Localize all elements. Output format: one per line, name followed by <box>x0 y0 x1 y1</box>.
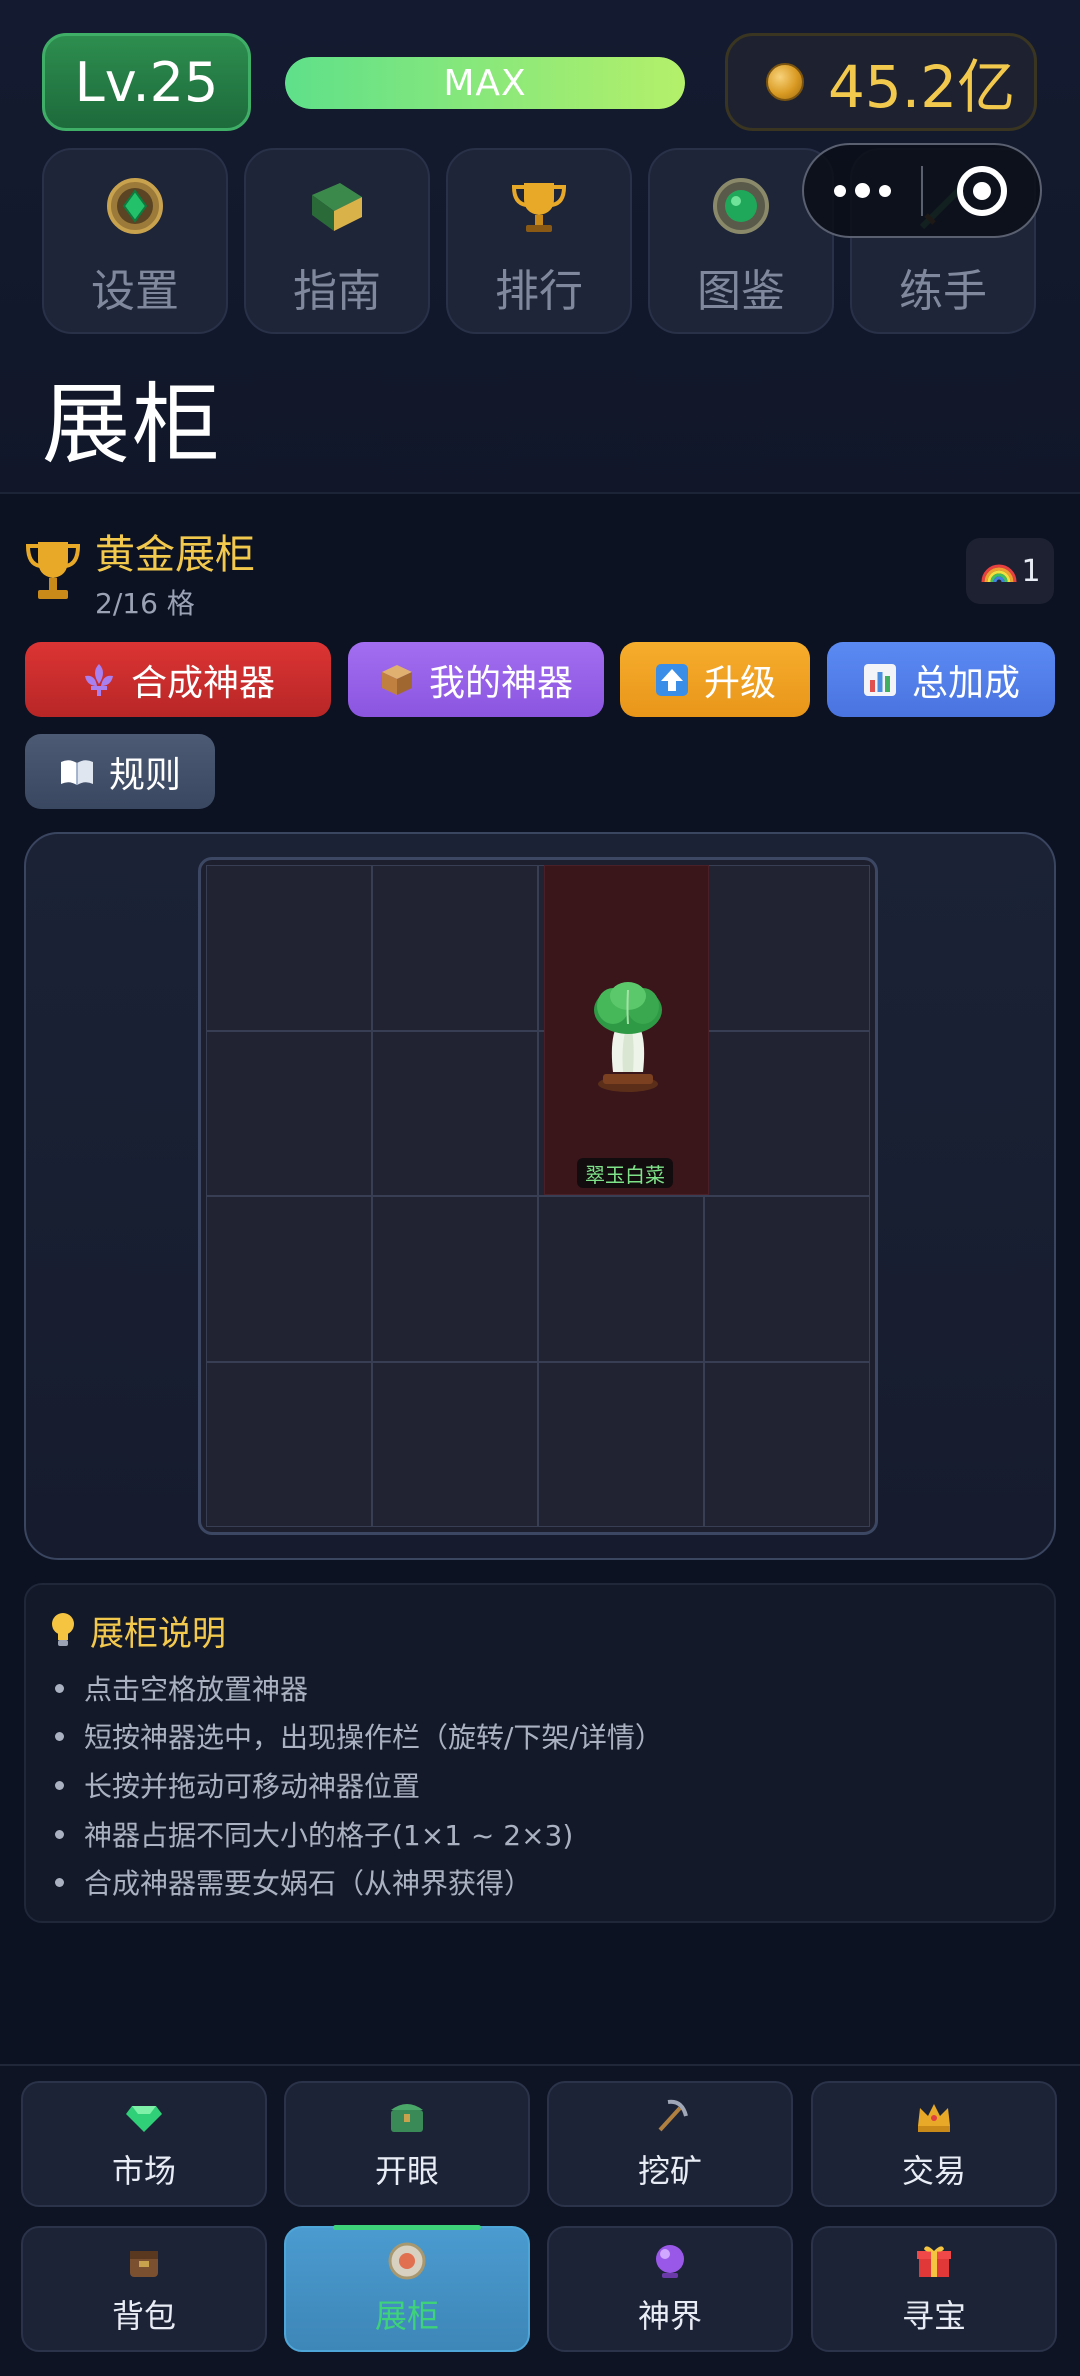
nav-cabinet-label: 展柜 <box>374 2297 439 2335</box>
target-icon <box>956 165 1007 216</box>
menu-collection-label: 图鉴 <box>697 266 785 317</box>
menu-practice-label: 练手 <box>899 266 987 317</box>
active-tab-indicator <box>333 2225 481 2230</box>
grid-cell[interactable] <box>704 865 870 1031</box>
open-book-icon <box>60 759 93 785</box>
jade-chest-icon <box>391 2104 423 2132</box>
rules-label: 规则 <box>108 754 181 796</box>
description-item: 短按神器选中，出现操作栏（旋转/下架/详情） <box>55 1716 663 1756</box>
nav-market-label: 市场 <box>111 2152 176 2190</box>
grid-cell[interactable] <box>372 1361 538 1527</box>
description-item: 点击空格放置神器 <box>55 1668 308 1708</box>
grid-cell[interactable] <box>704 1196 870 1362</box>
description-item: 合成神器需要女娲石（从神界获得） <box>55 1862 532 1902</box>
menu-guide-button[interactable]: 指南 <box>244 148 430 334</box>
close-miniprogram-button[interactable] <box>923 145 1040 236</box>
trophy-icon <box>25 542 81 599</box>
grid-cell[interactable] <box>206 1030 372 1196</box>
miniprogram-capsule <box>802 143 1042 238</box>
level-badge: Lv.25 <box>42 33 251 131</box>
nav-backpack-button[interactable]: 背包 <box>21 2226 267 2352</box>
nav-divine-realm-label: 神界 <box>637 2297 702 2335</box>
menu-ranking-button[interactable]: 排行 <box>446 148 632 334</box>
coin-balance: 45.2亿 <box>725 33 1037 131</box>
grid-cell[interactable] <box>704 1361 870 1527</box>
cabinet-icon <box>388 2242 426 2280</box>
emerald-medallion-icon <box>107 178 163 234</box>
bar-chart-icon <box>863 663 896 696</box>
grid-cell[interactable] <box>206 865 372 1031</box>
pickaxe-icon <box>658 2099 688 2132</box>
grid-cell[interactable] <box>538 1196 704 1362</box>
diamond-icon <box>126 2106 162 2132</box>
light-bulb-icon <box>52 1613 74 1646</box>
description-item: 神器占据不同大小的格子(1×1 ~ 2×3) <box>55 1814 573 1854</box>
guide-book-icon <box>312 183 362 231</box>
upgrade-button[interactable]: 升级 <box>620 642 810 717</box>
grid-cell[interactable] <box>372 1196 538 1362</box>
grid-cell[interactable] <box>206 1196 372 1362</box>
compose-artifact-label: 合成神器 <box>130 662 275 704</box>
nav-eye-label: 开眼 <box>374 2152 439 2190</box>
nav-eye-button[interactable]: 开眼 <box>284 2081 530 2207</box>
artifact-name-tag: 翠玉白菜 <box>577 1158 673 1188</box>
artifact-slot[interactable]: 翠玉白菜 <box>544 865 709 1195</box>
level-text: Lv.25 <box>74 50 219 114</box>
arrow-up-icon <box>655 663 688 696</box>
description-item: 长按并拖动可移动神器位置 <box>55 1765 420 1805</box>
grid-cells <box>206 865 870 1527</box>
nav-treasure-button[interactable]: 寻宝 <box>811 2226 1057 2352</box>
nav-mining-button[interactable]: 挖矿 <box>547 2081 793 2207</box>
menu-guide-label: 指南 <box>293 266 381 317</box>
fleur-de-lis-icon <box>84 663 113 696</box>
nav-trade-button[interactable]: 交易 <box>811 2081 1057 2207</box>
more-dot-icon <box>879 184 891 197</box>
rules-button[interactable]: 规则 <box>25 734 215 809</box>
upgrade-label: 升级 <box>703 662 776 704</box>
description-title: 展柜说明 <box>90 1614 226 1654</box>
grid-cell[interactable] <box>538 1361 704 1527</box>
nav-divine-realm-button[interactable]: 神界 <box>547 2226 793 2352</box>
nav-trade-label: 交易 <box>901 2152 966 2190</box>
grid-cell[interactable] <box>372 865 538 1031</box>
crown-icon <box>918 2104 950 2132</box>
compose-artifact-button[interactable]: 合成神器 <box>25 642 331 717</box>
more-dot-icon <box>855 183 870 198</box>
rainbow-badge[interactable]: 1 <box>966 538 1054 604</box>
grid-cell[interactable] <box>206 1361 372 1527</box>
trophy-icon <box>511 183 567 232</box>
green-gem-icon <box>713 178 769 234</box>
my-artifacts-label: 我的神器 <box>428 662 573 704</box>
nav-mining-label: 挖矿 <box>637 2152 702 2190</box>
total-bonus-button[interactable]: 总加成 <box>827 642 1055 717</box>
xp-progress-label: MAX <box>443 62 527 104</box>
rainbow-count: 1 <box>1021 553 1041 589</box>
cabinet-slot-count: 2/16 格 <box>95 587 195 620</box>
more-dot-icon <box>834 184 846 197</box>
grid-cell[interactable] <box>372 1030 538 1196</box>
xp-progress-bar: MAX <box>285 57 685 109</box>
coin-amount: 45.2亿 <box>828 53 1016 121</box>
total-bonus-label: 总加成 <box>911 662 1020 704</box>
nav-cabinet-button[interactable]: 展柜 <box>284 2226 530 2352</box>
purple-orb-icon <box>656 2245 684 2278</box>
backpack-icon <box>130 2251 158 2277</box>
menu-settings-label: 设置 <box>91 266 179 317</box>
menu-settings-button[interactable]: 设置 <box>42 148 228 334</box>
rainbow-icon <box>981 564 1017 583</box>
cabinet-grid: 翠玉白菜 <box>198 857 878 1535</box>
menu-ranking-label: 排行 <box>495 266 583 317</box>
nav-treasure-label: 寻宝 <box>901 2297 966 2335</box>
more-options-button[interactable] <box>804 145 921 236</box>
package-icon <box>381 664 412 695</box>
grid-cell[interactable] <box>704 1030 870 1196</box>
my-artifacts-button[interactable]: 我的神器 <box>348 642 604 717</box>
nav-backpack-label: 背包 <box>111 2297 176 2335</box>
jade-cabbage-icon <box>594 982 662 1092</box>
nav-market-button[interactable]: 市场 <box>21 2081 267 2207</box>
gift-icon <box>917 2246 951 2277</box>
gold-coin-icon <box>766 63 804 101</box>
cabinet-name: 黄金展柜 <box>95 532 255 578</box>
page-title: 展柜 <box>42 373 223 476</box>
